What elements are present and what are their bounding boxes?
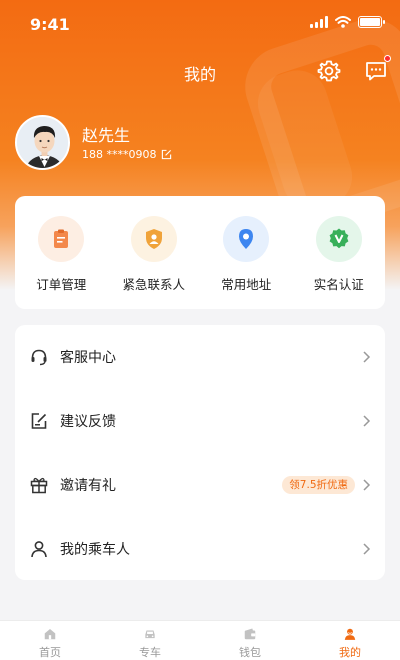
gift-icon bbox=[30, 477, 48, 494]
chevron-right-icon bbox=[363, 415, 371, 427]
tab-home[interactable]: 首页 bbox=[0, 621, 100, 660]
home-icon bbox=[44, 629, 56, 640]
tab-car[interactable]: 专车 bbox=[100, 621, 200, 660]
quick-icon-circle-2 bbox=[223, 216, 270, 262]
unread-dot bbox=[384, 55, 391, 62]
menu-item-label: 邀请有礼 bbox=[60, 478, 116, 494]
tab-bar: 首页 专车 钱包 我的 bbox=[0, 620, 400, 660]
tab-label: 专车 bbox=[139, 646, 161, 659]
quick-icon-circle-3 bbox=[315, 216, 362, 262]
quick-action-verification[interactable]: 实名认证 bbox=[296, 216, 381, 309]
headset-icon bbox=[31, 349, 47, 366]
quick-action-label: 紧急联系人 bbox=[122, 277, 185, 292]
tab-label: 首页 bbox=[39, 646, 61, 659]
menu-item-passengers[interactable]: 我的乘车人 bbox=[15, 517, 385, 581]
verified-shield-icon bbox=[329, 228, 349, 249]
signal-icon bbox=[310, 16, 328, 28]
location-pin-icon bbox=[239, 229, 254, 249]
quick-action-label: 实名认证 bbox=[313, 277, 364, 292]
user-name: 赵先生 bbox=[82, 126, 131, 145]
quick-action-emergency-contact[interactable]: 紧急联系人 bbox=[111, 216, 196, 309]
tab-label: 钱包 bbox=[239, 646, 261, 659]
quick-action-label: 订单管理 bbox=[36, 277, 87, 292]
edit-icon[interactable] bbox=[161, 149, 172, 160]
user-phone: 188 ****0908 bbox=[82, 148, 157, 161]
chevron-right-icon bbox=[363, 543, 371, 555]
avatar[interactable] bbox=[15, 115, 70, 170]
chevron-right-icon bbox=[363, 351, 371, 363]
tab-label: 我的 bbox=[339, 646, 361, 659]
clipboard-icon bbox=[54, 229, 69, 248]
status-time: 9:41 bbox=[30, 15, 70, 34]
tab-profile[interactable]: 我的 bbox=[300, 621, 400, 660]
person-icon bbox=[31, 541, 47, 558]
menu-item-label: 客服中心 bbox=[60, 350, 116, 366]
user-phone-row[interactable]: 188 ****0908 bbox=[82, 148, 172, 161]
menu-item-label: 建议反馈 bbox=[60, 414, 116, 430]
wallet-icon bbox=[244, 628, 256, 640]
quick-action-label: 常用地址 bbox=[221, 277, 272, 292]
quick-icon-circle-0 bbox=[38, 216, 85, 262]
car-icon bbox=[145, 630, 155, 639]
wifi-icon bbox=[335, 16, 351, 28]
feedback-edit-icon bbox=[31, 413, 47, 429]
tab-wallet[interactable]: 钱包 bbox=[200, 621, 300, 660]
shield-person-icon bbox=[145, 229, 162, 249]
menu-item-label: 我的乘车人 bbox=[60, 542, 130, 558]
status-bar: 9:41 bbox=[0, 0, 400, 46]
quick-action-orders[interactable]: 订单管理 bbox=[19, 216, 104, 309]
status-icons bbox=[310, 16, 385, 28]
profile-icon bbox=[344, 628, 356, 640]
promo-badge: 领7.5折优惠 bbox=[282, 476, 355, 494]
message-icon[interactable] bbox=[364, 59, 388, 83]
menu-item-invite[interactable]: 邀请有礼 领7.5折优惠 bbox=[15, 453, 385, 517]
quick-actions-card: 订单管理 紧急联系人 常用地址 实名认证 bbox=[15, 196, 385, 309]
battery-icon bbox=[358, 16, 385, 28]
quick-icon-circle-1 bbox=[130, 216, 177, 262]
menu-item-feedback[interactable]: 建议反馈 bbox=[15, 389, 385, 453]
menu-card: 客服中心 建议反馈 邀请有礼 领7.5折优惠 我的乘车人 bbox=[15, 325, 385, 580]
quick-action-addresses[interactable]: 常用地址 bbox=[204, 216, 289, 309]
menu-item-customer-service[interactable]: 客服中心 bbox=[15, 325, 385, 389]
gear-icon[interactable] bbox=[317, 59, 341, 83]
chevron-right-icon bbox=[363, 479, 371, 491]
